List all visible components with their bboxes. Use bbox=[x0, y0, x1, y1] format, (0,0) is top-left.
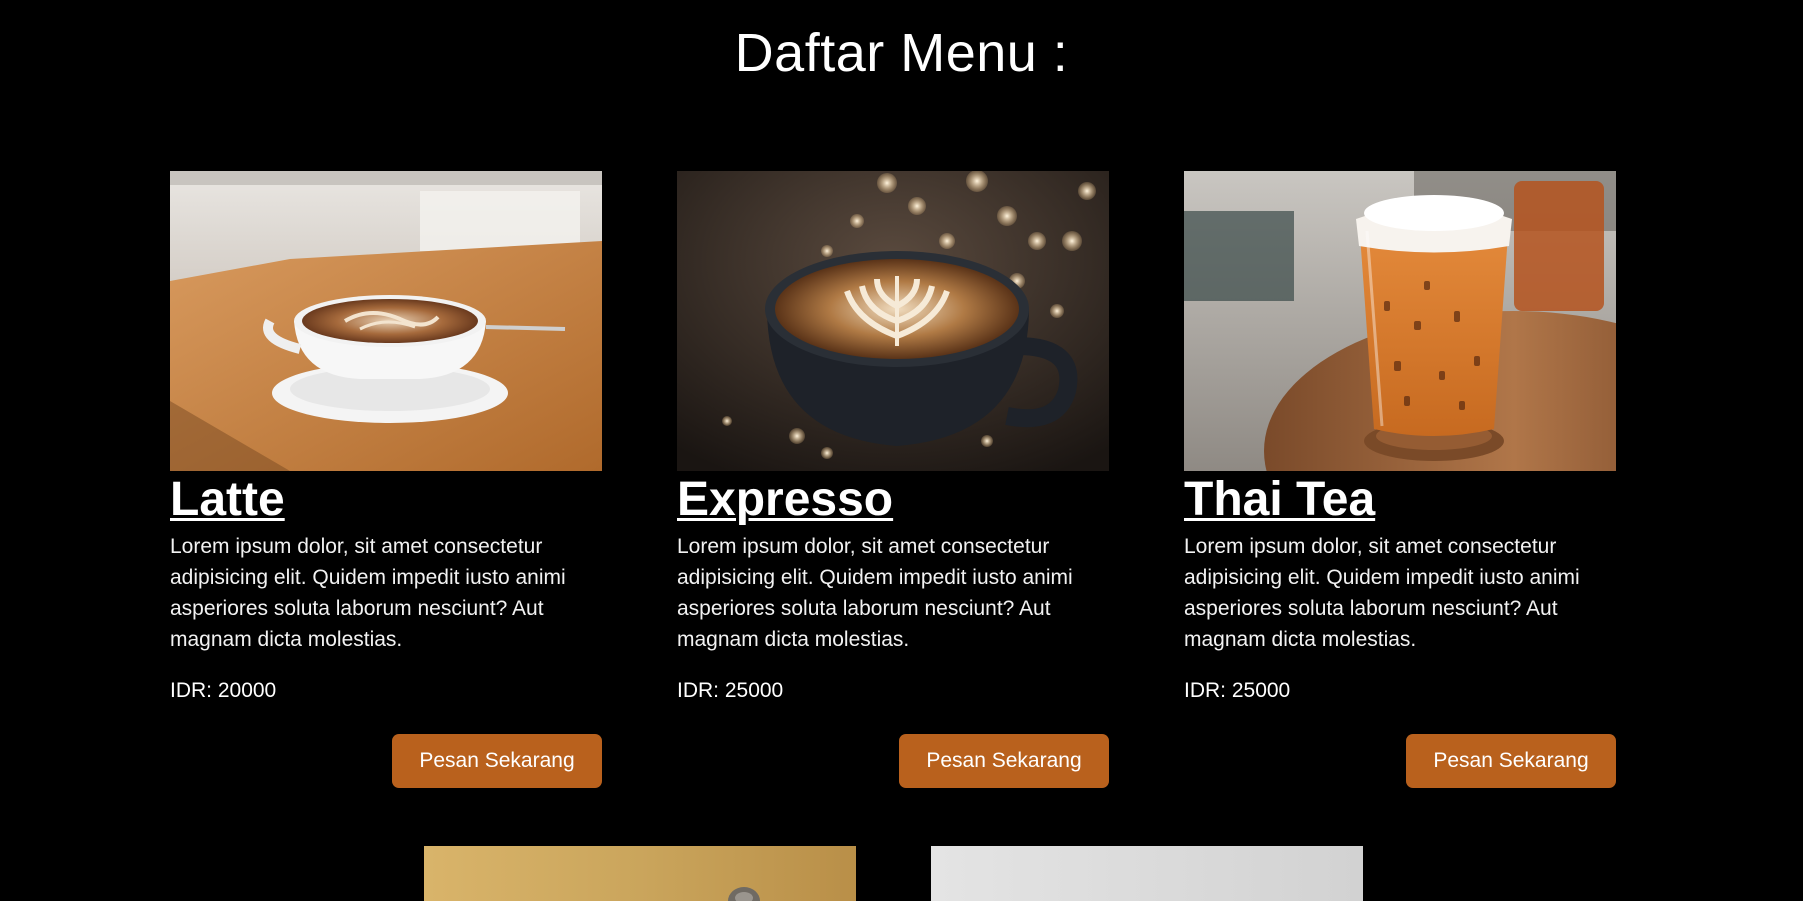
expresso-title[interactable]: Expresso bbox=[677, 473, 1109, 527]
menu-card-thai-tea: Thai Tea Lorem ipsum dolor, sit amet con… bbox=[1184, 171, 1616, 788]
latte-title[interactable]: Latte bbox=[170, 473, 602, 527]
latte-description: Lorem ipsum dolor, sit amet consectetur … bbox=[170, 535, 566, 651]
menu-card-next-image-2 bbox=[931, 846, 1363, 901]
espresso-cup-photo-icon bbox=[677, 171, 1109, 471]
page-title: Daftar Menu : bbox=[734, 23, 1069, 83]
latte-price: IDR: 20000 bbox=[170, 679, 277, 702]
menu-page: Daftar Menu : Latte Lorem ipsum dolor, s… bbox=[0, 0, 1803, 901]
menu-item-photo-icon bbox=[424, 846, 856, 901]
menu-card-latte: Latte Lorem ipsum dolor, sit amet consec… bbox=[170, 171, 602, 788]
thai-tea-description: Lorem ipsum dolor, sit amet consectetur … bbox=[1184, 535, 1580, 651]
menu-card-expresso: Expresso Lorem ipsum dolor, sit amet con… bbox=[677, 171, 1109, 788]
latte-image bbox=[170, 171, 602, 471]
menu-card-next-image bbox=[424, 846, 856, 901]
expresso-price: IDR: 25000 bbox=[677, 679, 784, 702]
expresso-image bbox=[677, 171, 1109, 471]
latte-cup-photo-icon bbox=[170, 171, 602, 471]
thai-tea-glass-photo-icon bbox=[1184, 171, 1616, 471]
menu-item-photo-icon bbox=[931, 846, 1363, 901]
thai-tea-price: IDR: 25000 bbox=[1184, 679, 1291, 702]
expresso-description: Lorem ipsum dolor, sit amet consectetur … bbox=[677, 535, 1073, 651]
order-expresso-button[interactable]: Pesan Sekarang bbox=[899, 734, 1109, 788]
thai-tea-image bbox=[1184, 171, 1616, 471]
order-latte-button[interactable]: Pesan Sekarang bbox=[392, 734, 602, 788]
order-thai-tea-button[interactable]: Pesan Sekarang bbox=[1406, 734, 1616, 788]
thai-tea-title[interactable]: Thai Tea bbox=[1184, 473, 1616, 527]
